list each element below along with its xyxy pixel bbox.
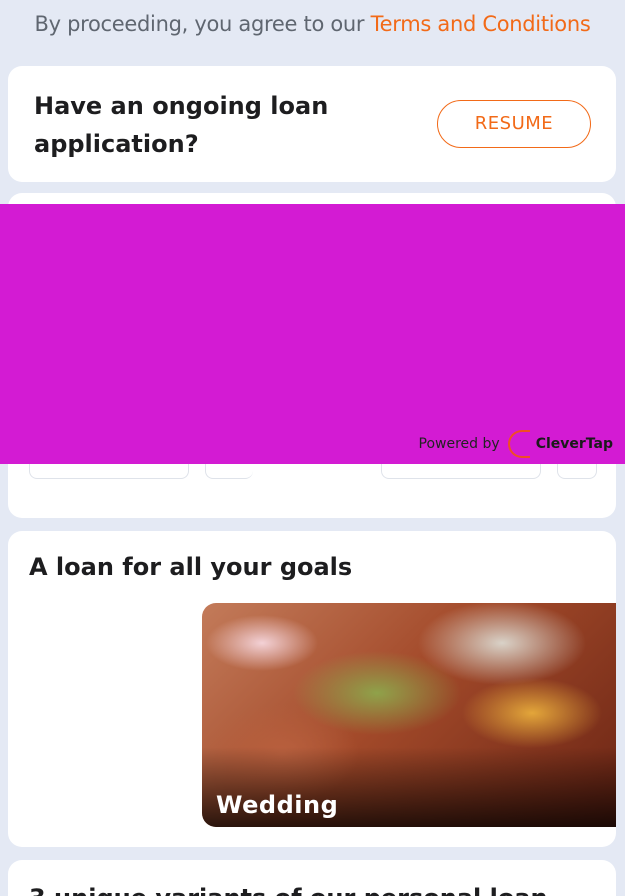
consent-prefix: By proceeding, you agree to our [34, 12, 371, 36]
loan-goals-card: A loan for all your goals Wedding [8, 531, 616, 847]
clevertap-brand: CleverTap [535, 436, 613, 452]
clevertap-overlay-banner[interactable]: Powered by CleverTap [0, 204, 625, 464]
powered-by-badge: Powered by CleverTap [419, 430, 613, 458]
terms-consent-text: By proceeding, you agree to our Terms an… [0, 12, 625, 36]
variants-title: 3 unique variants of our personal loan [29, 884, 548, 896]
clevertap-logo-icon [507, 430, 530, 458]
resume-question: Have an ongoing loan application? [34, 92, 329, 158]
loan-variants-card: 3 unique variants of our personal loan [8, 860, 616, 896]
goal-tile-wedding[interactable]: Wedding [202, 603, 616, 827]
terms-link[interactable]: Terms and Conditions [371, 12, 591, 36]
resume-button[interactable]: RESUME [437, 100, 591, 148]
goals-title: A loan for all your goals [29, 553, 353, 581]
powered-by-label: Powered by [418, 436, 500, 452]
resume-application-card: Have an ongoing loan application? RESUME [8, 66, 616, 182]
goal-tile-label: Wedding [216, 791, 339, 819]
